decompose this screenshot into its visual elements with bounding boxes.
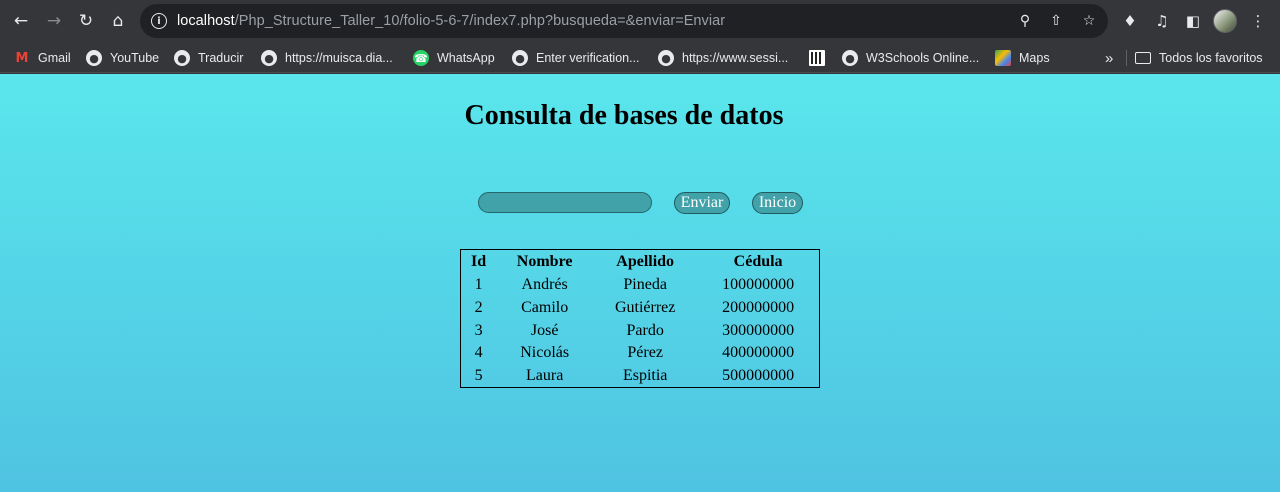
bookmark-qr[interactable] (809, 49, 833, 67)
bookmarks-overflow-button[interactable]: » (1105, 49, 1113, 67)
bookmarks-bar: M Gmail ● YouTube ● Traducir ● https://m… (0, 42, 1280, 73)
cell-id: 4 (474, 344, 483, 362)
bookmark-label: Maps (1019, 51, 1050, 65)
column-header-id: Id (471, 253, 487, 270)
cell-id: 5 (474, 367, 483, 385)
cell-id: 3 (474, 321, 483, 339)
cell-nombre: Camilo (521, 299, 569, 317)
side-panel-icon[interactable]: ◧ (1182, 10, 1204, 32)
cell-nombre: Laura (526, 367, 564, 385)
cell-id: 2 (474, 299, 483, 317)
results-table: Id Nombre Apellido Cédula 1 Andrés Pined… (460, 249, 820, 389)
bookmark-traducir[interactable]: ● Traducir (174, 49, 243, 67)
all-bookmarks-label: Todos los favoritos (1159, 51, 1263, 65)
bookmark-whatsapp[interactable]: ☎ WhatsApp (413, 49, 495, 67)
url-path: /Php_Structure_Taller_10/folio-5-6-7/ind… (234, 13, 726, 29)
forward-arrow-icon[interactable]: → (42, 9, 66, 33)
table-row: 3 José Pardo 300000000 (461, 319, 819, 342)
page-title: Consulta de bases de datos (464, 100, 784, 131)
cell-cedula: 400000000 (722, 344, 795, 362)
menu-kebab-icon[interactable]: ⋮ (1247, 10, 1269, 32)
bookmark-label: Enter verification... (536, 51, 640, 65)
cell-cedula: 300000000 (722, 321, 795, 339)
home-icon[interactable]: ⌂ (106, 9, 130, 33)
globe-icon: ● (261, 50, 277, 66)
page-content: Consulta de bases de datos Enviar Inicio… (0, 74, 1280, 492)
cell-apellido: Pérez (627, 344, 663, 362)
bookmark-maps[interactable]: Maps (995, 49, 1050, 67)
bookmark-muisca[interactable]: ● https://muisca.dia... (261, 49, 393, 67)
globe-icon: ● (512, 50, 528, 66)
inicio-button[interactable]: Inicio (752, 192, 803, 214)
extensions-icon[interactable]: ♦ (1119, 10, 1141, 32)
cell-apellido: Espitia (622, 367, 668, 385)
back-arrow-icon[interactable]: ← (9, 9, 33, 33)
bookmark-label: YouTube (110, 51, 160, 65)
reload-icon[interactable]: ↻ (74, 9, 98, 33)
bookmark-w3schools[interactable]: ● W3Schools Online... (842, 49, 979, 67)
media-control-icon[interactable]: ♫ (1151, 10, 1173, 32)
maps-icon (995, 50, 1011, 66)
globe-icon: ● (658, 50, 674, 66)
cell-cedula: 100000000 (722, 276, 795, 294)
browser-toolbar: ← → ↻ ⌂ i localhost/Php_Structure_Taller… (0, 0, 1280, 42)
cell-nombre: Andrés (521, 276, 568, 294)
bookmark-label: WhatsApp (437, 51, 495, 65)
globe-icon: ● (842, 50, 858, 66)
table-row: 1 Andrés Pineda 100000000 (461, 274, 819, 297)
cell-cedula: 200000000 (722, 299, 795, 317)
bookmark-youtube[interactable]: ● YouTube (86, 49, 159, 67)
bookmark-label: https://muisca.dia... (285, 51, 393, 65)
column-header-nombre: Nombre (516, 253, 573, 270)
address-bar[interactable]: i localhost/Php_Structure_Taller_10/foli… (140, 4, 1108, 38)
bookmark-label: W3Schools Online... (866, 51, 980, 65)
qr-icon (809, 50, 825, 66)
cell-nombre: Nicolás (520, 344, 570, 362)
bookmark-label: Traducir (198, 51, 244, 65)
whatsapp-icon: ☎ (413, 50, 429, 66)
search-input[interactable] (478, 192, 652, 213)
cell-nombre: José (530, 321, 559, 339)
table-row: 4 Nicolás Pérez 400000000 (461, 342, 819, 365)
address-url[interactable]: localhost/Php_Structure_Taller_10/folio-… (177, 13, 725, 29)
bookmark-gmail[interactable]: M Gmail (14, 49, 71, 67)
gmail-icon: M (15, 50, 29, 66)
bookmark-star-icon[interactable]: ☆ (1080, 12, 1098, 30)
bookmark-verification[interactable]: ● Enter verification... (512, 49, 640, 67)
bookmarks-divider (1126, 50, 1127, 66)
bookmark-label: Gmail (38, 51, 71, 65)
table-header-row: Id Nombre Apellido Cédula (461, 250, 819, 274)
url-host: localhost (177, 13, 235, 29)
cell-cedula: 500000000 (722, 367, 795, 385)
column-header-apellido: Apellido (616, 253, 675, 270)
table-row: 2 Camilo Gutiérrez 200000000 (461, 297, 819, 320)
bookmark-sessi[interactable]: ● https://www.sessi... (658, 49, 788, 67)
site-info-icon[interactable]: i (151, 13, 167, 29)
cell-apellido: Gutiérrez (614, 299, 676, 317)
cell-id: 1 (474, 276, 483, 294)
all-bookmarks-button[interactable]: Todos los favoritos (1135, 49, 1263, 67)
bookmark-label: https://www.sessi... (682, 51, 789, 65)
folder-icon (1135, 52, 1151, 64)
zoom-icon[interactable]: ⚲ (1016, 12, 1034, 30)
enviar-button[interactable]: Enviar (674, 192, 730, 214)
share-icon[interactable]: ⇧ (1047, 12, 1065, 30)
column-header-cedula: Cédula (733, 253, 783, 270)
profile-avatar[interactable] (1213, 9, 1237, 33)
table-row: 5 Laura Espitia 500000000 (461, 365, 819, 388)
globe-icon: ● (174, 50, 190, 66)
globe-icon: ● (86, 50, 102, 66)
cell-apellido: Pineda (623, 276, 667, 294)
cell-apellido: Pardo (626, 321, 664, 339)
